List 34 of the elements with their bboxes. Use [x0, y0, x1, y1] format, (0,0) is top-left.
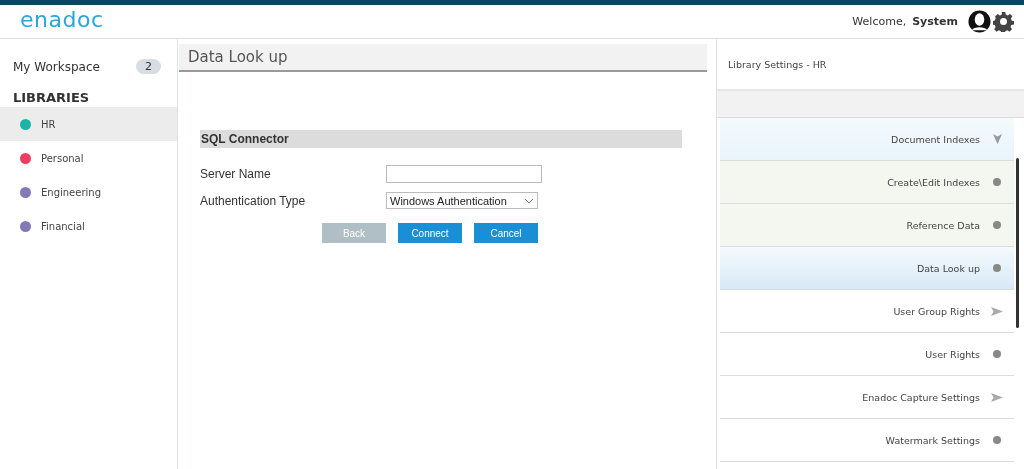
library-item[interactable]: Financial — [0, 209, 177, 243]
library-item[interactable]: HR — [0, 107, 177, 141]
dot-icon — [993, 350, 1001, 358]
dot-icon — [993, 178, 1001, 186]
section-heading: SQL Connector — [200, 130, 682, 148]
settings-icon[interactable] — [993, 11, 1014, 32]
chevron-icon — [524, 197, 534, 204]
settings-item[interactable]: Reference Data — [720, 204, 1014, 247]
scrollbar[interactable] — [1016, 158, 1019, 328]
triangle-down-icon — [992, 134, 1002, 144]
field-label: Authentication Type — [200, 193, 307, 208]
page-title: Data Look up — [179, 44, 707, 72]
field-label: Server Name — [200, 167, 272, 181]
section-heading: LIBRARIES — [12, 89, 91, 107]
logo: enadoc — [20, 7, 104, 32]
library-item[interactable]: Engineering — [0, 175, 177, 209]
input-field[interactable] — [386, 165, 542, 183]
user-name: System — [912, 15, 958, 28]
dot-icon — [993, 264, 1001, 272]
library-item[interactable]: Personal — [0, 141, 177, 175]
action-button[interactable]: Connect — [398, 223, 462, 243]
count-badge: 2 — [136, 59, 161, 74]
action-button[interactable]: Cancel — [474, 223, 538, 243]
avatar-icon[interactable] — [968, 10, 991, 33]
settings-item[interactable]: Document Indexes — [720, 118, 1014, 161]
dropdown[interactable]: Windows Authentication — [386, 192, 538, 209]
dot-icon — [993, 221, 1001, 229]
settings-item[interactable]: Data Look up — [720, 247, 1014, 290]
welcome-text: Welcome, — [852, 15, 907, 28]
arrow-right-icon — [991, 306, 1003, 316]
settings-item[interactable]: Create\Edit Indexes — [720, 161, 1014, 204]
workspace-label[interactable]: My Workspace — [13, 59, 100, 74]
arrow-right-icon — [991, 392, 1003, 402]
dot-icon — [993, 436, 1001, 444]
